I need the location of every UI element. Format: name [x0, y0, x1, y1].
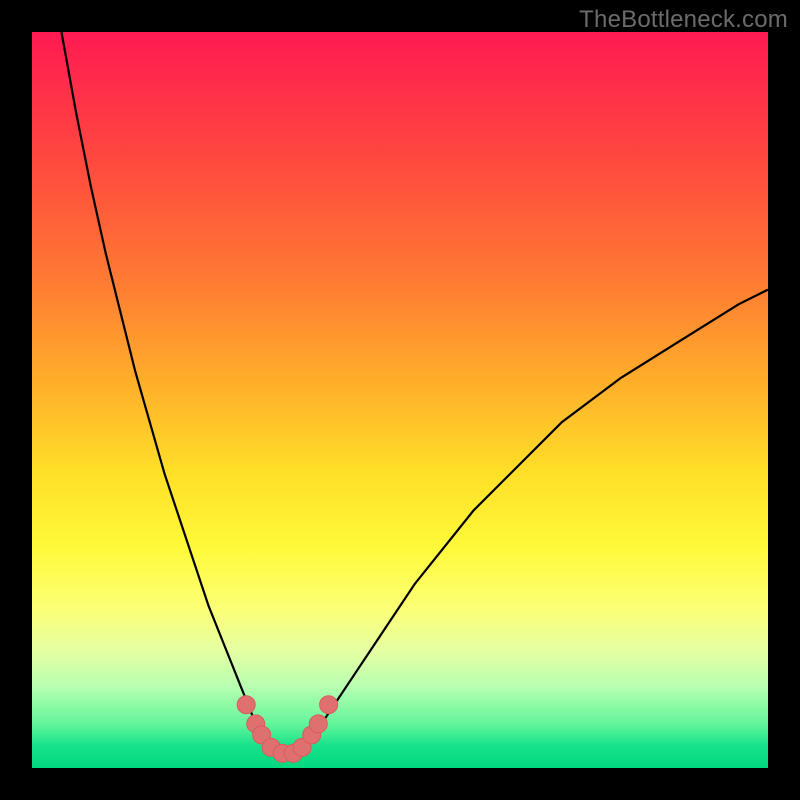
plot-area [32, 32, 768, 768]
chart-frame: TheBottleneck.com [0, 0, 800, 800]
curve-svg [32, 32, 768, 768]
curve-markers [237, 696, 337, 763]
curve-marker [309, 715, 327, 733]
curve-marker [320, 696, 338, 714]
curve-marker [237, 696, 255, 714]
bottleneck-curve [61, 32, 768, 755]
watermark-text: TheBottleneck.com [579, 6, 788, 34]
